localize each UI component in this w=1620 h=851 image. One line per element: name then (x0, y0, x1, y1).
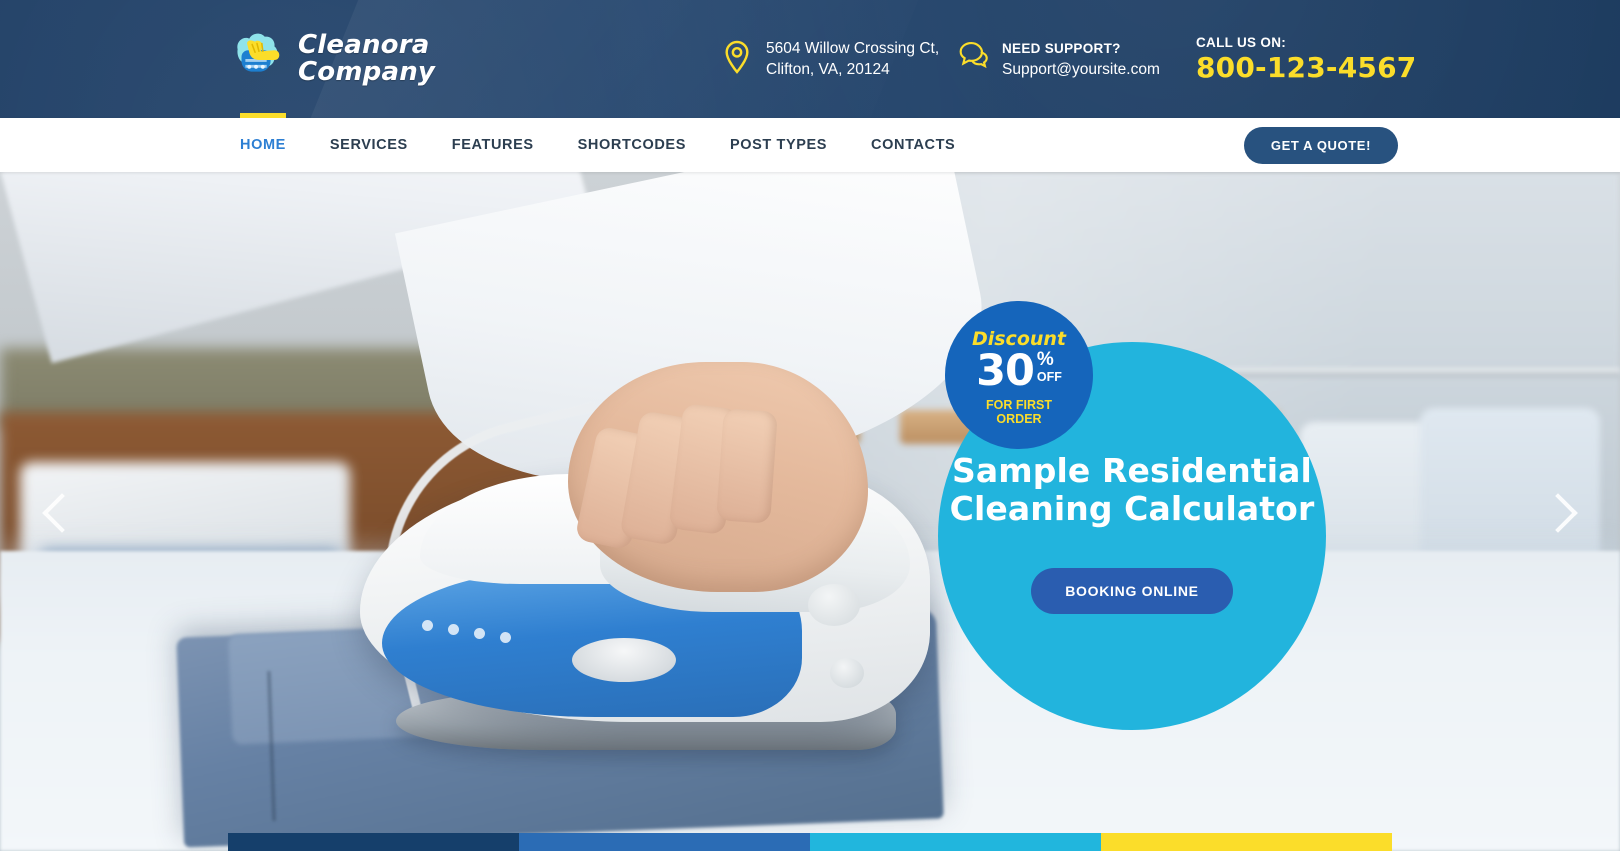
chevron-right-icon[interactable] (1538, 490, 1584, 536)
site-header: Cleanora Company 5604 Willow Crossing Ct,… (0, 0, 1620, 118)
nav-item-home[interactable]: HOME (228, 113, 308, 172)
header-address[interactable]: 5604 Willow Crossing Ct, Clifton, VA, 20… (722, 38, 939, 80)
bar-dark-blue (228, 833, 519, 851)
bg-iron-button-small (830, 658, 864, 688)
booking-online-button[interactable]: BOOKING ONLINE (1031, 568, 1233, 614)
header-support[interactable]: NEED SUPPORT? Support@yoursite.com (958, 38, 1160, 80)
main-navigation: HOME SERVICES FEATURES SHORTCODES POST T… (0, 113, 1620, 172)
nav-item-contacts[interactable]: CONTACTS (849, 118, 977, 172)
nav-item-features[interactable]: FEATURES (430, 118, 556, 172)
nav-item-post-types[interactable]: POST TYPES (708, 118, 849, 172)
discount-percent-sign: % (1036, 348, 1054, 370)
nav-item-shortcodes[interactable]: SHORTCODES (556, 118, 708, 172)
bg-finger (716, 408, 778, 524)
discount-condition: FOR FIRST ORDER (986, 397, 1052, 426)
bg-clothes-iron (300, 172, 1006, 772)
washing-hand-logo-icon (226, 28, 288, 90)
nav-item-services[interactable]: SERVICES (308, 118, 430, 172)
chevron-left-icon[interactable] (36, 490, 82, 536)
bg-iron-button (808, 584, 860, 626)
bar-cyan (810, 833, 1101, 851)
discount-percent-group: % OFF (1036, 348, 1062, 384)
discount-off-label: OFF (1036, 369, 1062, 384)
site-logo[interactable]: Cleanora Company (226, 28, 435, 90)
hero-slide-title: Sample Residential Cleaning Calculator (949, 451, 1315, 528)
support-lines: NEED SUPPORT? Support@yoursite.com (1002, 38, 1160, 80)
discount-number: 30 (976, 345, 1035, 396)
color-bars (228, 833, 1392, 851)
hero-slider: Sample Residential Cleaning Calculator B… (0, 172, 1620, 851)
support-email[interactable]: Support@yoursite.com (1002, 59, 1160, 80)
discount-badge: Discount 30 % OFF FOR FIRST ORDER (945, 301, 1093, 449)
bar-yellow (1101, 833, 1392, 851)
call-us-label: CALL US ON: (1196, 35, 1287, 50)
get-a-quote-button[interactable]: GET A QUOTE! (1243, 127, 1398, 164)
hero-background-photo (0, 172, 1620, 851)
discount-value-row: 30 % OFF (976, 345, 1062, 396)
chat-bubbles-icon (958, 40, 990, 76)
bg-iron-temperature-dial (572, 638, 676, 682)
address-lines: 5604 Willow Crossing Ct, Clifton, VA, 20… (766, 38, 939, 80)
phone-number[interactable]: 800-123-4567 (1196, 52, 1416, 84)
bg-iron-indicator-dots (422, 620, 522, 660)
address-line-1: 5604 Willow Crossing Ct, (766, 40, 940, 57)
support-label: NEED SUPPORT? (1002, 41, 1121, 56)
nav-items: HOME SERVICES FEATURES SHORTCODES POST T… (228, 113, 977, 172)
header-phone[interactable]: CALL US ON: 800-123-4567 (1196, 35, 1416, 84)
address-line-2: Clifton, VA, 20124 (766, 61, 890, 78)
logo-wordmark: Cleanora Company (298, 30, 436, 87)
bar-blue (519, 833, 810, 851)
map-pin-icon (722, 40, 754, 76)
